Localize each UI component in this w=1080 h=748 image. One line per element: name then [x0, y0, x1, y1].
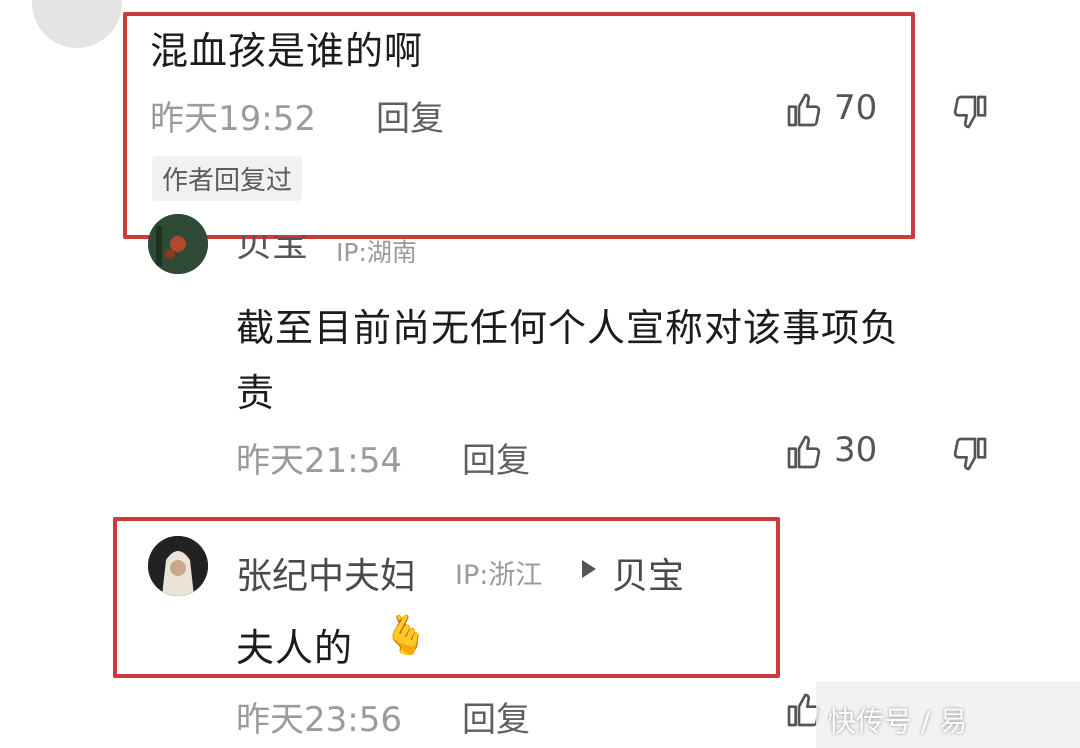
comment-1-time: 昨天19:52	[150, 99, 316, 139]
avatar[interactable]	[148, 214, 208, 274]
thumbs-up-icon	[787, 435, 821, 469]
snap-heart-emoji: 🫰	[382, 613, 430, 657]
watermark-text: 快传号 / 易	[828, 705, 968, 738]
comment-3-time: 昨天23:56	[236, 700, 402, 740]
comment-2-reply-button[interactable]: 回复	[462, 433, 530, 482]
top-avatar	[32, 0, 122, 48]
avatar[interactable]	[148, 536, 208, 596]
comment-2-text-line2: 责	[236, 371, 276, 415]
watermark: 快传号 / 易	[816, 682, 1080, 748]
comment-2-text-line1: 截至目前尚无任何个人宣称对该事项负	[236, 306, 900, 350]
comment-3-reply-button[interactable]: 回复	[462, 692, 530, 741]
reply-arrow-icon	[582, 560, 596, 578]
comment-2-like-count: 30	[834, 430, 878, 470]
comment-2-time: 昨天21:54	[236, 441, 402, 481]
comment-1-text: 混血孩是谁的啊	[150, 29, 424, 73]
thumbs-down-icon[interactable]	[950, 434, 990, 474]
thumbs-up-icon	[787, 93, 821, 127]
comment-1-reply-button[interactable]: 回复	[376, 91, 444, 140]
author-replied-badge: 作者回复过	[152, 156, 303, 201]
comment-3-username[interactable]: 张纪中夫妇	[236, 547, 416, 599]
thumbs-down-icon[interactable]	[950, 92, 990, 132]
comment-2-like-button[interactable]: 30	[784, 430, 904, 476]
comment-3-reply-to[interactable]: 贝宝	[612, 547, 684, 599]
comment-2-ip: IP:湖南	[336, 238, 417, 267]
comment-3-text: 夫人的	[236, 626, 354, 670]
comment-1-like-button[interactable]: 70	[784, 88, 904, 134]
avatar-image-icon	[148, 214, 208, 274]
comment-3-ip: IP:浙江	[455, 560, 543, 591]
comment-1-like-count: 70	[834, 88, 878, 128]
avatar-image-icon	[148, 536, 208, 596]
